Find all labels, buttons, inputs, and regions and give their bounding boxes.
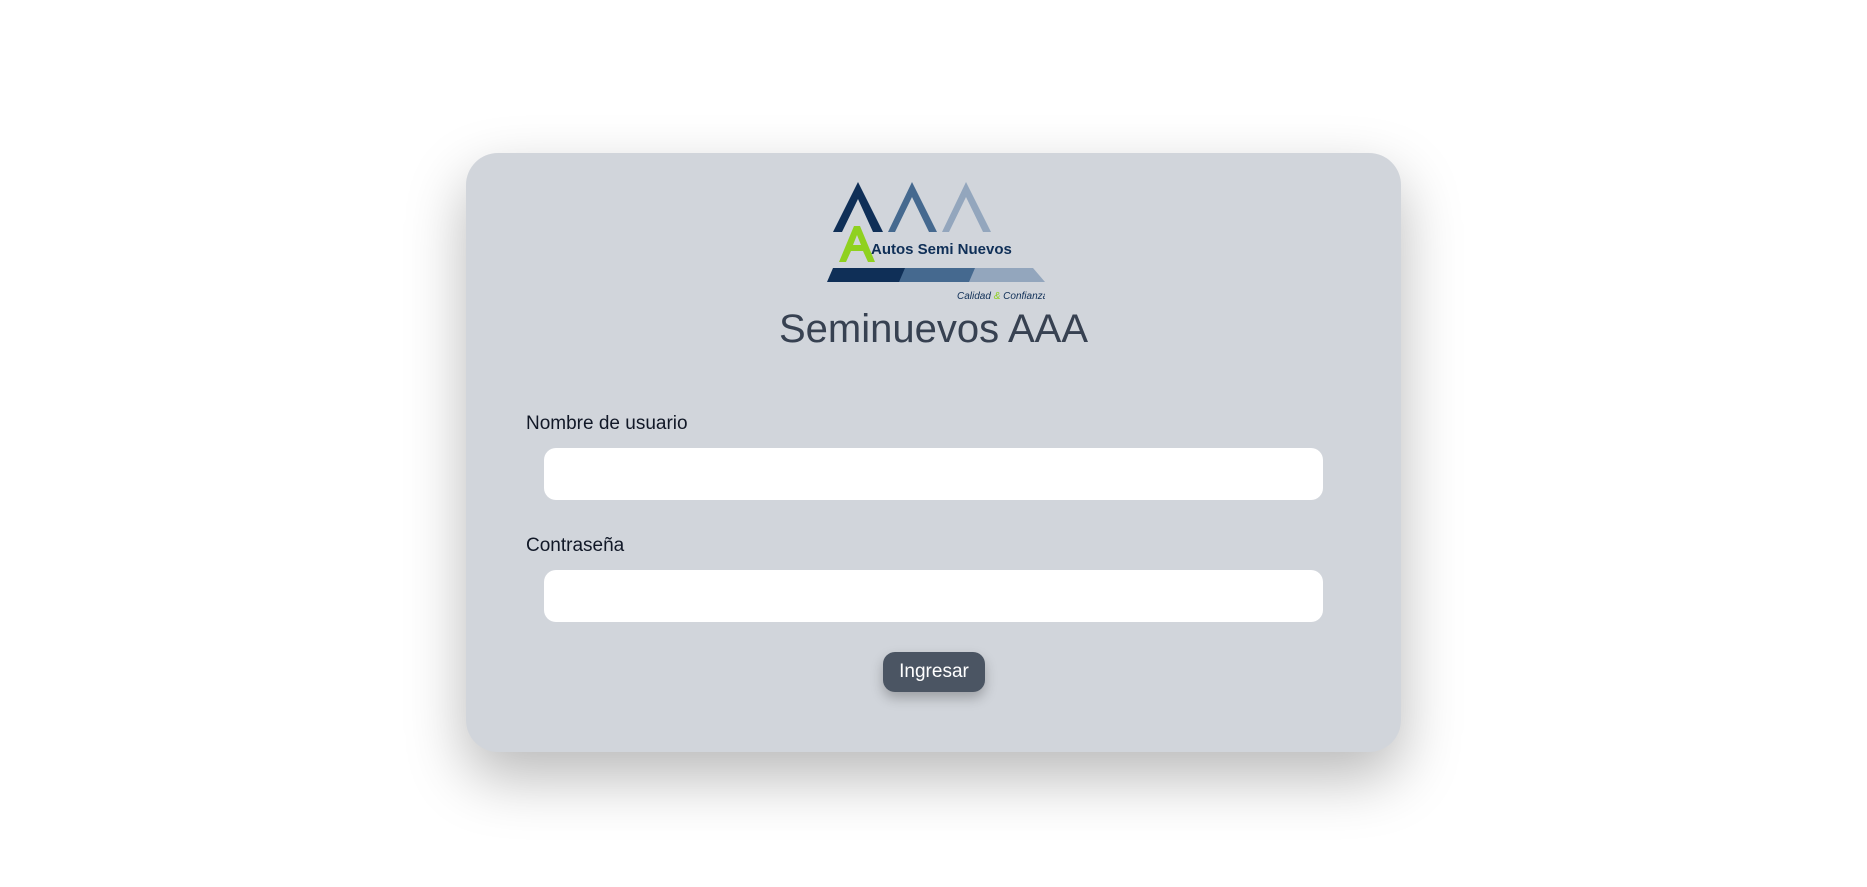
login-button[interactable]: Ingresar xyxy=(883,652,985,692)
username-input[interactable] xyxy=(544,448,1323,500)
password-label: Contraseña xyxy=(526,535,625,556)
page-title: Seminuevos AAA xyxy=(778,307,1089,351)
company-logo: Autos Semi Nuevos Calidad & Confianza xyxy=(827,182,1045,302)
svg-text:Calidad & Confianz: Calidad & Confianza xyxy=(957,291,1045,302)
logo-brand-text: Autos Semi Nuevos xyxy=(871,241,1012,258)
login-card: Autos Semi Nuevos Calidad & Confianza Se… xyxy=(466,153,1401,752)
logo-tagline-left: Calidad xyxy=(957,291,991,302)
password-input[interactable] xyxy=(544,570,1323,622)
username-label: Nombre de usuario xyxy=(526,413,688,434)
logo-tagline-right: Confianza xyxy=(1003,291,1045,302)
logo-tagline-amp: & xyxy=(994,291,1001,302)
